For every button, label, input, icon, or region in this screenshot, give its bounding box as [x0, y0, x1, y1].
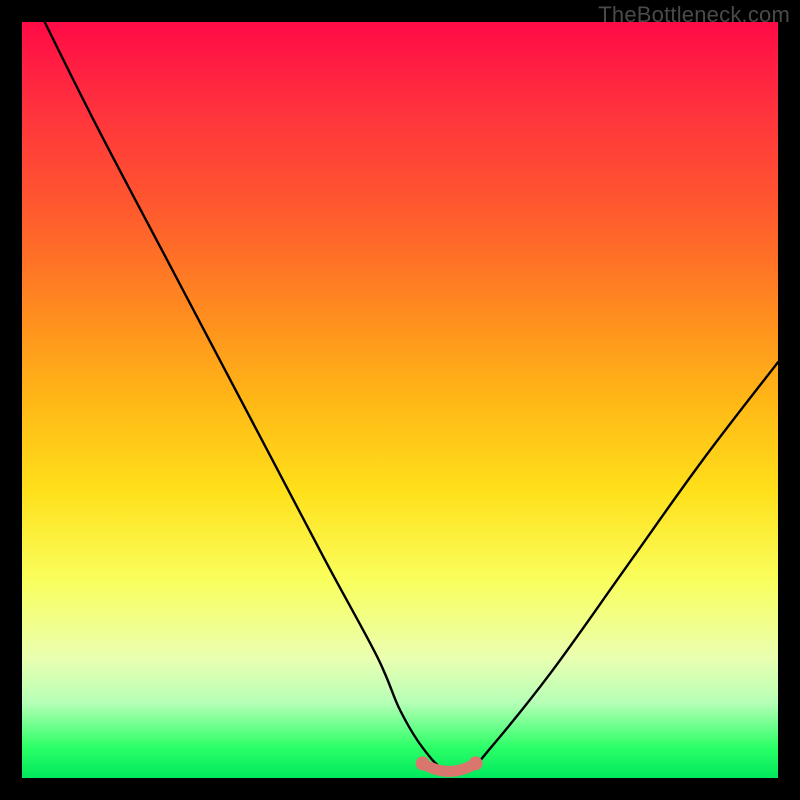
flat-region-marker — [423, 763, 476, 771]
flat-region-dot-left — [416, 756, 430, 770]
watermark-text: TheBottleneck.com — [598, 2, 790, 28]
chart-plot-area — [22, 22, 778, 778]
bottleneck-curve-path — [45, 22, 778, 773]
bottleneck-curve-svg — [22, 22, 778, 778]
chart-frame: TheBottleneck.com — [0, 0, 800, 800]
flat-region-dot-right — [469, 756, 483, 770]
